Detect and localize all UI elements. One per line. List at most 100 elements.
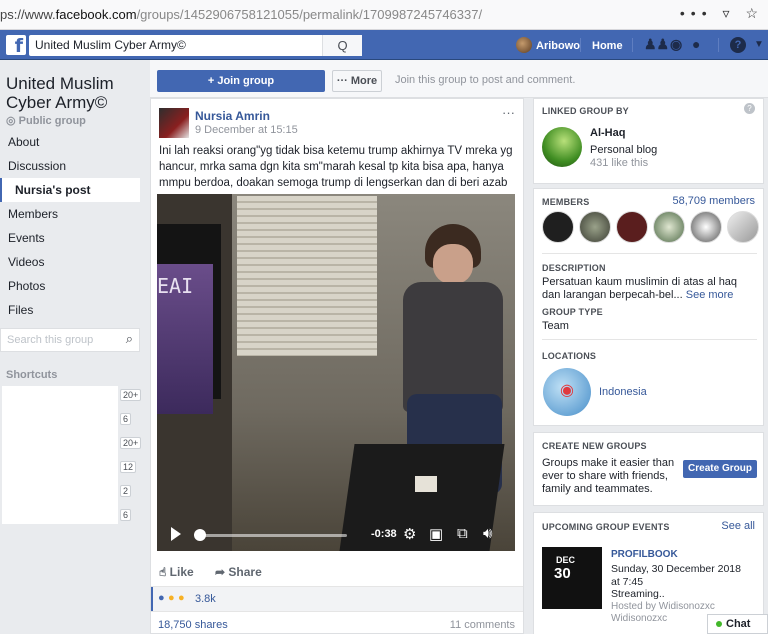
search-button[interactable]: Q xyxy=(322,35,362,56)
member-avatar[interactable] xyxy=(579,211,611,243)
like-reaction-icon: ● xyxy=(158,592,165,604)
share-icon: ➦︎ xyxy=(215,565,226,579)
url-path: /groups/1452906758121055/permalink/17099… xyxy=(136,7,483,22)
nav-videos[interactable]: Videos xyxy=(0,250,140,274)
search-input[interactable]: United Muslim Cyber Army© Q xyxy=(29,35,362,56)
volume-icon[interactable]: 🔊︎ xyxy=(483,525,492,542)
facebook-header: f United Muslim Cyber Army© Q Aribowo Ho… xyxy=(0,30,768,60)
create-groups-heading: CREATE NEW GROUPS xyxy=(542,441,647,451)
separator xyxy=(580,38,581,52)
notifications-icon[interactable]: ● xyxy=(692,36,700,52)
location-link[interactable]: Indonesia xyxy=(599,386,647,398)
member-avatar[interactable] xyxy=(690,211,722,243)
online-dot-icon xyxy=(716,621,722,627)
shares-count[interactable]: 18,750 shares xyxy=(158,619,228,631)
like-icon: ☝︎ xyxy=(159,565,167,579)
al-haq-avatar[interactable] xyxy=(542,127,582,167)
chat-tab[interactable]: Chat xyxy=(707,614,768,634)
nav-post[interactable]: Nursia's post xyxy=(0,178,140,202)
video-frame-tv: EAI xyxy=(157,224,221,414)
video-time-remaining: -0:38 xyxy=(371,528,397,540)
account-menu-icon[interactable]: ▼ xyxy=(754,39,764,50)
member-avatar[interactable] xyxy=(542,211,574,243)
linked-group-card: LINKED GROUP BY ? Al-Haq Personal blog 4… xyxy=(533,98,764,184)
comments-count[interactable]: 11 comments xyxy=(450,619,515,631)
member-avatar[interactable] xyxy=(616,211,648,243)
video-scrubber[interactable] xyxy=(194,529,206,541)
members-heading: MEMBERS xyxy=(542,197,590,207)
author-name[interactable]: Nursia Amrin xyxy=(195,109,270,123)
member-avatar[interactable] xyxy=(653,211,685,243)
shortcut-badge: 12 xyxy=(120,461,137,473)
group-search-placeholder: Search this group xyxy=(7,334,94,346)
url-domain: facebook.com xyxy=(55,7,137,22)
post-text: Ini lah reaksi orang"yg tidak bisa ketem… xyxy=(159,145,513,189)
nav-photos[interactable]: Photos xyxy=(0,274,140,298)
group-name[interactable]: United Muslim Cyber Army© xyxy=(6,74,146,112)
divider xyxy=(542,339,757,340)
wow-reaction-icon: ● xyxy=(178,592,185,604)
pocket-icon[interactable]: ▿ xyxy=(723,5,736,21)
join-hint: Join this group to post and comment. xyxy=(395,74,576,86)
nav-events[interactable]: Events xyxy=(0,226,140,250)
map-thumbnail[interactable]: ◉ xyxy=(543,368,591,416)
group-search-input[interactable]: Search this group ⌕ xyxy=(0,328,140,352)
watch-later-icon[interactable]: ⧉ xyxy=(457,525,468,542)
post-options-icon[interactable]: ··· xyxy=(502,105,515,120)
like-button[interactable]: ☝︎ Like xyxy=(159,565,194,579)
globe-icon: ◎ xyxy=(6,115,16,127)
event-host-name: Widisonozxc xyxy=(611,613,668,624)
facebook-logo-icon[interactable]: f xyxy=(6,35,26,57)
nav-about[interactable]: About xyxy=(0,130,140,154)
members-count-link[interactable]: 58,709 members xyxy=(672,195,755,207)
post-counts: 18,750 shares 11 comments xyxy=(151,611,523,634)
nav-files[interactable]: Files xyxy=(0,298,140,322)
settings-icon[interactable]: ⚙ xyxy=(403,525,416,543)
messenger-icon[interactable]: ◉ xyxy=(670,36,682,53)
url-field[interactable]: ps://www.facebook.com/groups/14529067581… xyxy=(0,7,482,22)
video-progress-track[interactable] xyxy=(197,534,347,537)
linked-group-heading: LINKED GROUP BY xyxy=(542,106,629,116)
more-button[interactable]: ··· More xyxy=(332,70,382,92)
locations-heading: LOCATIONS xyxy=(542,351,597,361)
friend-requests-icon[interactable]: ♟♟ xyxy=(644,36,669,53)
home-link[interactable]: Home xyxy=(592,40,623,52)
profile-link[interactable]: Aribowo xyxy=(536,40,580,52)
description-text: Persatuan kaum muslimin di atas al haq d… xyxy=(542,276,738,301)
video-player[interactable]: EAI -0:38 ⚙ ▣ ⧉ 🔊︎ xyxy=(157,194,515,551)
post-timestamp[interactable]: 9 December at 15:15 xyxy=(195,124,298,136)
star-icon[interactable]: ☆ xyxy=(745,5,764,21)
play-icon[interactable] xyxy=(171,527,181,541)
create-group-button[interactable]: Create Group xyxy=(683,460,757,478)
event-day: 30 xyxy=(554,565,571,582)
reactions-bar[interactable]: ● ● ● 3.8k xyxy=(151,587,523,611)
shortcut-badge: 2 xyxy=(120,485,132,497)
see-more-link[interactable]: See more xyxy=(686,289,734,301)
search-icon: Q xyxy=(337,38,348,53)
share-button[interactable]: ➦︎ Share xyxy=(215,565,262,579)
shortcuts-list xyxy=(2,386,118,524)
event-status: Streaming.. xyxy=(611,588,665,600)
create-groups-text: Groups make it easier than ever to share… xyxy=(542,457,675,495)
join-group-button[interactable]: + Join group xyxy=(157,70,325,92)
linked-group-kind: Personal blog xyxy=(590,144,658,156)
user-avatar[interactable] xyxy=(516,37,532,53)
event-name[interactable]: PROFILBOOK xyxy=(611,549,678,560)
fullscreen-icon[interactable]: ▣ xyxy=(429,525,443,543)
reaction-count[interactable]: 3.8k xyxy=(195,593,216,605)
shortcut-badge: 20+ xyxy=(120,437,142,449)
event-date: Sunday, 30 December 2018 at 7:45 xyxy=(611,563,741,588)
help-icon[interactable]: ? xyxy=(730,37,746,53)
info-icon[interactable]: ? xyxy=(744,103,755,114)
search-icon[interactable]: ⌕ xyxy=(126,331,133,347)
see-all-link[interactable]: See all xyxy=(721,520,755,532)
event-thumbnail[interactable]: DEC 30 xyxy=(542,547,602,609)
author-avatar[interactable] xyxy=(159,108,189,138)
linked-group-likes: 431 like this xyxy=(590,157,649,169)
member-avatar[interactable] xyxy=(727,211,759,243)
page-actions-icon[interactable]: ••• xyxy=(680,5,713,21)
nav-members[interactable]: Members xyxy=(0,202,140,226)
linked-group-name[interactable]: Al-Haq xyxy=(590,127,625,139)
video-frame-tv-screen: EAI xyxy=(157,264,213,414)
nav-discussion[interactable]: Discussion xyxy=(0,154,140,178)
